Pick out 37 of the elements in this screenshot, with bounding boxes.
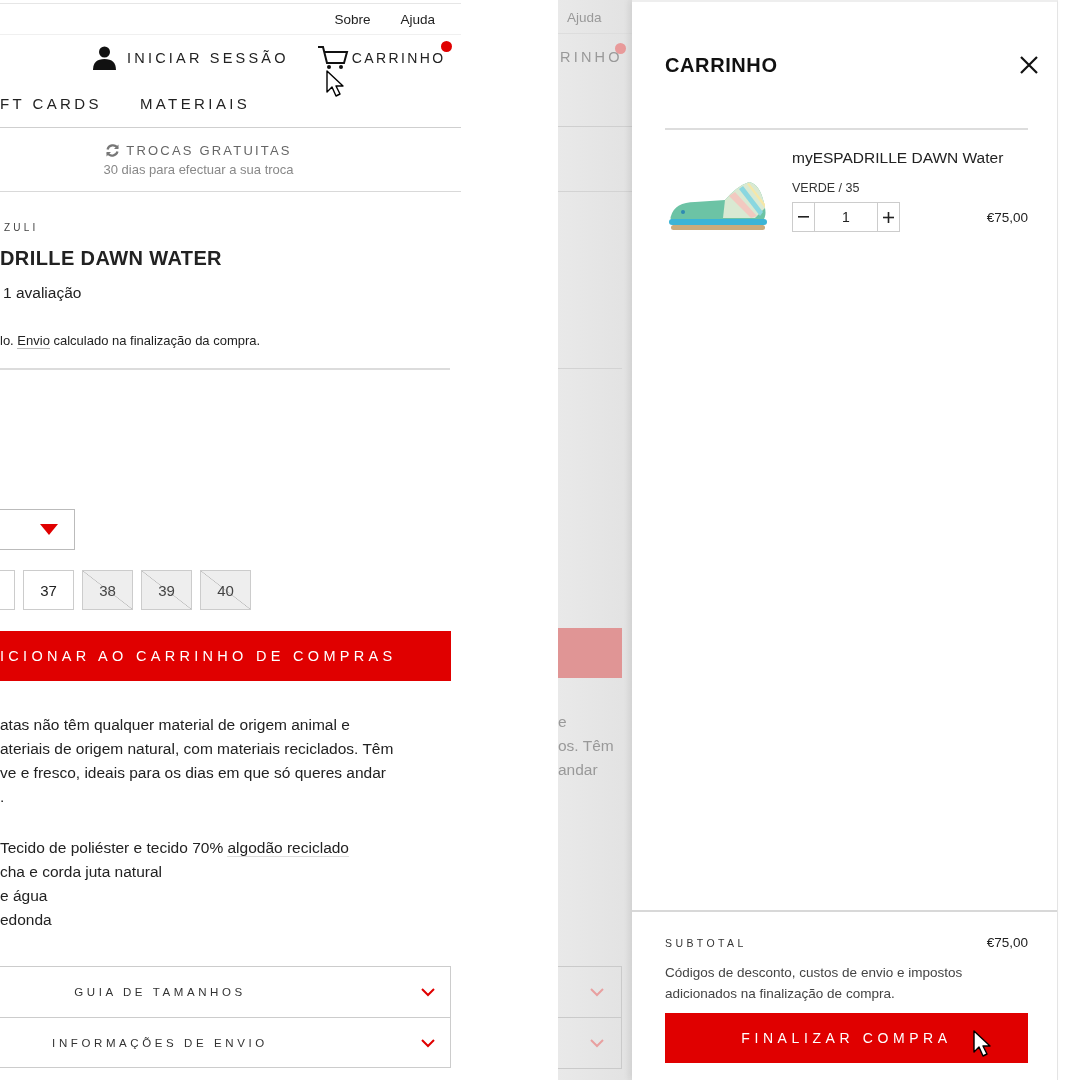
promo-subtitle: 30 dias para efectuar a sua troca [103, 161, 294, 177]
feature-text: e água [0, 886, 49, 906]
promo-title: TROCAS GRATUITAS [126, 142, 292, 158]
nav-link[interactable]: MATERIAIS [139, 95, 251, 112]
quantity-field[interactable]: 1 [814, 203, 878, 231]
feature-text: Tecido de poliéster e tecido 70% algodão reciclado [0, 838, 350, 859]
description-text: e [558, 712, 568, 732]
feature-text: cha e corda juta natural [0, 862, 163, 882]
checkout-button[interactable]: FINALIZAR COMPRA [665, 1013, 1028, 1063]
size-button[interactable]: 38 [82, 570, 133, 610]
shipping-note: lo. Envio calculado na finalização da compra. [0, 332, 262, 350]
checkout-note: Códigos de desconto, custos de envio e impostos adicionados na finalização de compra. [665, 964, 964, 1003]
size-button[interactable]: 40 [200, 570, 251, 610]
nav-link[interactable]: FT CARDS [0, 95, 102, 112]
subtotal-value: €75,00 [986, 935, 1028, 950]
utility-link[interactable]: Sobre [334, 11, 371, 27]
quantity-stepper[interactable]: 1 [792, 202, 900, 232]
add-to-cart-button[interactable]: ICIONAR AO CARRINHO DE COMPRAS [0, 631, 451, 681]
cart-link[interactable]: CARRINHO [316, 44, 446, 71]
drawer-title: CARRINHO [665, 53, 778, 77]
utility-link[interactable]: Ajuda [400, 11, 435, 27]
product-variant: VERDE / 35 [792, 180, 861, 196]
subtotal-label: SUBTOTAL [665, 936, 747, 949]
item-price: €75,00 [986, 209, 1028, 225]
material-link[interactable]: algodão reciclado [227, 839, 349, 857]
product-title: DRILLE DAWN WATER [0, 246, 223, 271]
brand-name: ZULI [4, 221, 40, 235]
product-name: myESPADRILLE DAWN Water [792, 148, 1005, 168]
description-text: andar [558, 760, 599, 780]
size-button[interactable]: 37 [23, 570, 74, 610]
size-button[interactable]: 39 [141, 570, 192, 610]
description-text: os. Têm [558, 736, 615, 756]
feature-text: edonda [0, 910, 53, 930]
review-count: 1 avaliação [3, 283, 83, 303]
login-link[interactable]: INICIAR SESSÃO [93, 45, 289, 70]
shipping-link[interactable]: Envio [17, 333, 50, 349]
product-description: atas não têm qualquer material de origem animal e ateriais de origem natural, com materiais reciclados. Têm ve e fresco, ideais para os dias em que só queres andar . [0, 715, 395, 807]
